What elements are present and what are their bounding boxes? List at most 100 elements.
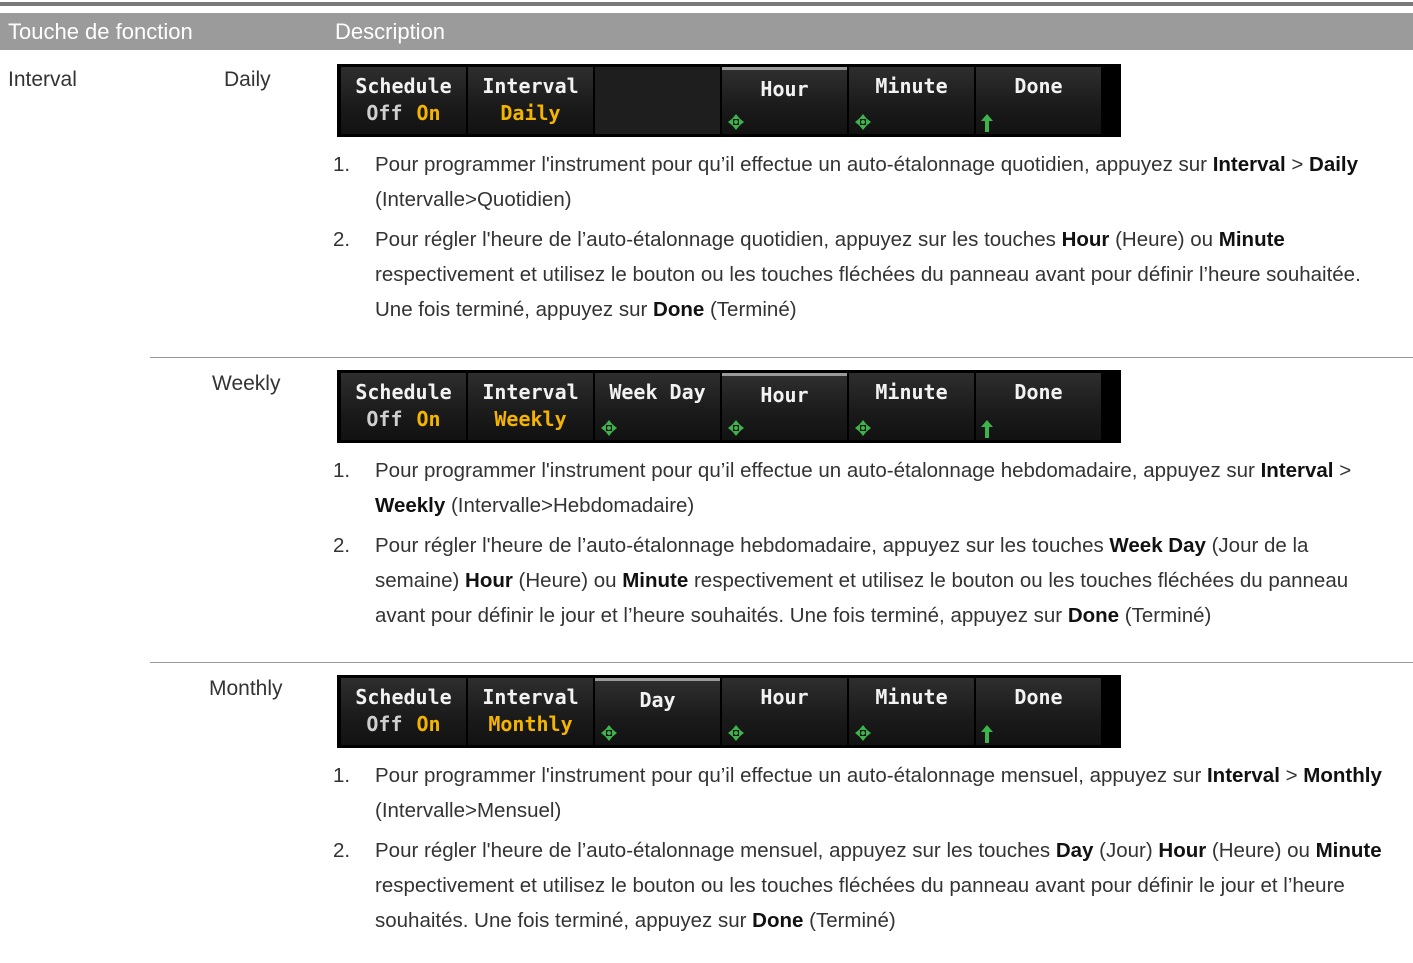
week-day-softkey[interactable]: Week Day <box>595 373 720 440</box>
steps-daily: 1. Pour programmer l'instrument pour qu’… <box>333 147 1393 327</box>
header-function-key: Touche de fonction <box>8 19 193 44</box>
list-item: 1. Pour programmer l'instrument pour qu’… <box>333 453 1393 523</box>
softkey-title: Schedule <box>355 380 452 404</box>
interval-value: Daily <box>500 101 561 125</box>
header-description: Description <box>335 19 446 44</box>
schedule-on: On <box>416 407 441 431</box>
softkey-title: Schedule <box>355 685 452 709</box>
schedule-softkey[interactable]: Schedule Off On <box>341 67 466 134</box>
minute-softkey[interactable]: Minute <box>849 373 974 440</box>
knob-arrows-icon <box>728 114 744 130</box>
step-text: Pour programmer l'instrument pour qu’il … <box>375 153 1213 176</box>
up-arrow-icon <box>981 725 993 743</box>
interval-value: Monthly <box>488 712 573 736</box>
softkey-bar-monthly: Schedule Off On Interval Monthly Day Hour… <box>337 675 1121 748</box>
hour-softkey[interactable]: Hour <box>722 678 847 745</box>
minute-softkey[interactable]: Minute <box>849 678 974 745</box>
interval-value: Weekly <box>494 407 567 431</box>
step-key: Interval <box>1260 459 1334 482</box>
step-text: (Heure) ou <box>1109 228 1219 251</box>
knob-arrows-icon <box>601 725 617 741</box>
knob-arrows-icon <box>601 420 617 436</box>
done-softkey[interactable]: Done <box>976 373 1101 440</box>
hour-softkey[interactable]: Hour <box>722 373 847 440</box>
step-key: Done <box>653 298 705 321</box>
blank-softkey <box>595 67 720 134</box>
step-text: respectivement et utilisez le bouton ou … <box>375 263 1361 321</box>
softkey-title: Done <box>1014 380 1063 404</box>
step-key: Hour <box>1158 839 1207 862</box>
softkey-title: Schedule <box>355 74 452 98</box>
softkey-title: Done <box>1014 74 1063 98</box>
step-text: (Terminé) <box>803 909 896 932</box>
softkey-bar-weekly: Schedule Off On Interval Weekly Week Day … <box>337 370 1121 443</box>
schedule-softkey[interactable]: Schedule Off On <box>341 373 466 440</box>
softkey-title: Done <box>1014 685 1063 709</box>
interval-softkey[interactable]: Interval Daily <box>468 67 593 134</box>
steps-weekly: 1. Pour programmer l'instrument pour qu’… <box>333 453 1393 633</box>
softkey-title: Hour <box>760 383 809 407</box>
list-item: 2. Pour régler l'heure de l’auto-étalonn… <box>333 528 1393 633</box>
interval-softkey[interactable]: Interval Weekly <box>468 373 593 440</box>
step-number: 2. <box>333 228 351 251</box>
step-text: (Heure) ou <box>512 569 623 592</box>
step-key: Minute <box>1218 228 1285 251</box>
softkey-title: Interval <box>482 74 579 98</box>
step-text: > <box>1279 764 1304 787</box>
step-text: > <box>1333 459 1352 482</box>
list-item: 2. Pour régler l'heure de l’auto-étalonn… <box>333 222 1393 327</box>
softkey-title: Day <box>639 688 676 712</box>
schedule-softkey[interactable]: Schedule Off On <box>341 678 466 745</box>
step-key: Done <box>752 909 804 932</box>
softkey-title: Interval <box>482 685 579 709</box>
knob-arrows-icon <box>855 725 871 741</box>
list-item: 2. Pour régler l'heure de l’auto-étalonn… <box>333 833 1393 938</box>
knob-arrows-icon <box>855 420 871 436</box>
step-text: (Terminé) <box>1119 604 1212 627</box>
schedule-on: On <box>416 101 441 125</box>
row-label-monthly: Monthly <box>209 677 283 700</box>
day-softkey[interactable]: Day <box>595 678 720 745</box>
done-softkey[interactable]: Done <box>976 678 1101 745</box>
softkey-title: Minute <box>875 74 948 98</box>
step-key: Minute <box>1315 839 1382 862</box>
step-key: Done <box>1067 604 1120 627</box>
up-arrow-icon <box>981 114 993 132</box>
interval-softkey[interactable]: Interval Monthly <box>468 678 593 745</box>
table-header: Touche de fonction Description <box>0 13 1413 50</box>
row-label-daily: Daily <box>224 68 271 91</box>
softkey-title: Hour <box>760 77 809 101</box>
step-text: (Jour) <box>1093 839 1159 862</box>
row-divider <box>150 662 1413 663</box>
step-text: Pour régler l'heure de l’auto-étalonnage… <box>375 839 1056 862</box>
minute-softkey[interactable]: Minute <box>849 67 974 134</box>
step-key: Interval <box>1206 764 1280 787</box>
step-number: 1. <box>333 764 351 787</box>
step-text: Pour régler l'heure de l’auto-étalonnage… <box>375 534 1110 557</box>
key-label-interval: Interval <box>8 68 77 91</box>
step-key: Minute <box>622 569 689 592</box>
step-key: Day <box>1055 839 1094 862</box>
knob-arrows-icon <box>728 420 744 436</box>
row-label-weekly: Weekly <box>212 372 281 395</box>
step-text: Pour programmer l'instrument pour qu’il … <box>375 459 1261 482</box>
step-key: Monthly <box>1303 764 1382 787</box>
softkey-title: Week Day <box>609 380 706 404</box>
step-number: 2. <box>333 839 351 862</box>
step-text: (Terminé) <box>704 298 797 321</box>
step-text: (Intervalle>Mensuel) <box>375 799 562 822</box>
hour-softkey[interactable]: Hour <box>722 67 847 134</box>
schedule-off: Off <box>366 712 403 736</box>
step-key: Interval <box>1212 153 1286 176</box>
softkey-bar-daily: Schedule Off On Interval Daily Hour Minut… <box>337 64 1121 137</box>
step-key: Daily <box>1309 153 1359 176</box>
softkey-title: Hour <box>760 685 809 709</box>
up-arrow-icon <box>981 420 993 438</box>
step-key: Week Day <box>1109 534 1206 557</box>
softkey-title: Minute <box>875 380 948 404</box>
softkey-title: Minute <box>875 685 948 709</box>
done-softkey[interactable]: Done <box>976 67 1101 134</box>
step-number: 1. <box>333 153 351 176</box>
list-item: 1. Pour programmer l'instrument pour qu’… <box>333 147 1393 217</box>
list-item: 1. Pour programmer l'instrument pour qu’… <box>333 758 1393 828</box>
